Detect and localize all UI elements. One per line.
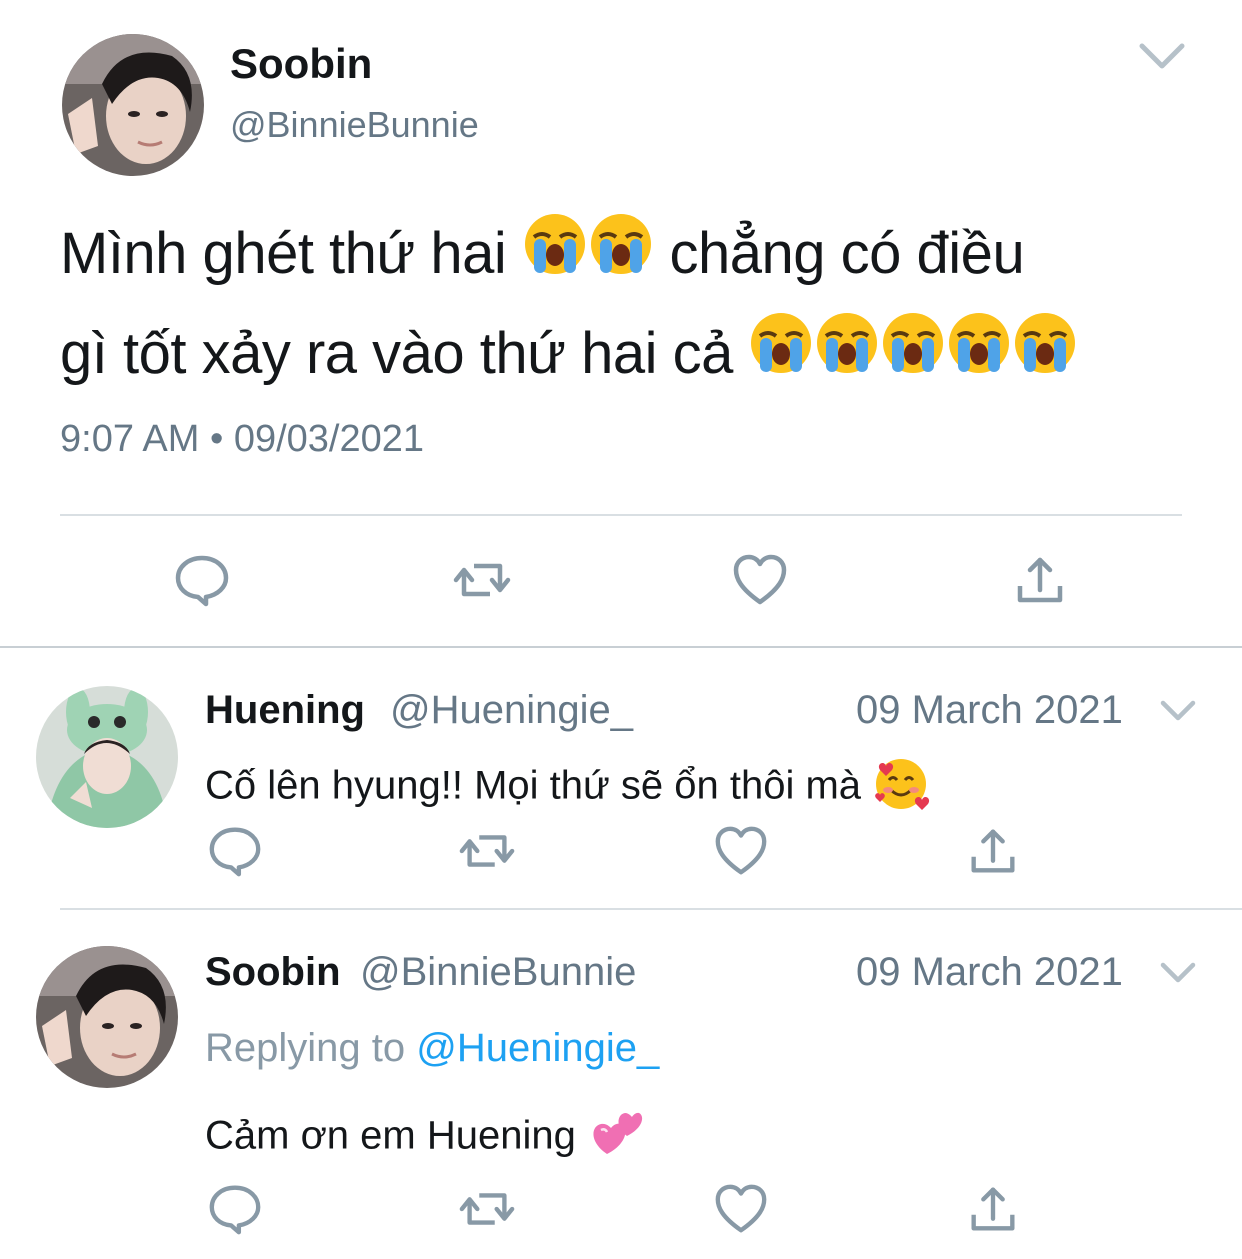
reply-handle[interactable]: @Hueningie_ (390, 688, 633, 733)
loudly-crying-face-icon (880, 309, 946, 405)
main-text-line1b: chẳng có điều (669, 221, 1025, 286)
smiling-face-with-hearts-icon (872, 754, 930, 822)
avatar-photo-icon (62, 34, 204, 176)
main-timestamp[interactable]: 9:07 AM • 09/03/2021 (60, 418, 424, 461)
reply-avatar[interactable] (36, 946, 178, 1088)
reply-date: 09 March 2021 (856, 950, 1123, 994)
reply-display-name[interactable]: Soobin (205, 950, 341, 995)
share-icon[interactable] (1010, 550, 1070, 610)
loudly-crying-face-icon (1012, 309, 1078, 405)
divider (0, 646, 1242, 648)
reply-text-content: Cố lên hyung!! Mọi thứ sẽ ổn thôi mà (205, 763, 862, 808)
reply-text: Cảm ơn em Huening (205, 1104, 645, 1172)
main-text-line2: gì tốt xảy ra vào thứ hai cả (60, 320, 733, 386)
like-icon[interactable] (712, 1180, 770, 1238)
loudly-crying-face-icon (588, 210, 654, 306)
revolving-hearts-icon (587, 1104, 645, 1172)
loudly-crying-face-icon (748, 309, 814, 405)
chevron-down-icon[interactable] (1136, 36, 1188, 76)
avatar-photo-icon (36, 946, 178, 1088)
retweet-icon[interactable] (458, 1180, 516, 1238)
loudly-crying-face-icon (946, 309, 1012, 405)
retweet-icon[interactable] (458, 822, 516, 880)
replying-prefix: Replying to (205, 1026, 406, 1070)
reply-avatar[interactable] (36, 686, 178, 828)
reply-text-content: Cảm ơn em Huening (205, 1113, 576, 1158)
loudly-crying-face-icon (814, 309, 880, 405)
replying-to: Replying to @Hueningie_ (205, 1026, 659, 1071)
loudly-crying-face-icon (522, 210, 588, 306)
main-display-name[interactable]: Soobin (230, 40, 372, 88)
reply-icon[interactable] (206, 1180, 264, 1238)
reply-display-name[interactable]: Huening (205, 688, 365, 733)
reply-icon[interactable] (206, 822, 264, 880)
main-handle[interactable]: @BinnieBunnie (230, 104, 479, 146)
like-icon[interactable] (712, 822, 770, 880)
like-icon[interactable] (730, 550, 790, 610)
retweet-icon[interactable] (452, 550, 512, 610)
main-tweet-text: Mình ghét thứ hai chẳng có điều gì tốt x… (60, 206, 1180, 405)
main-avatar[interactable] (62, 34, 204, 176)
main-text-line1: Mình ghét thứ hai (60, 221, 507, 286)
replying-mention-link[interactable]: @Hueningie_ (416, 1026, 659, 1070)
chevron-down-icon[interactable] (1158, 958, 1198, 988)
share-icon[interactable] (964, 1180, 1022, 1238)
share-icon[interactable] (964, 822, 1022, 880)
reply-icon[interactable] (172, 550, 232, 610)
avatar-photo-icon (36, 686, 178, 828)
reply-text: Cố lên hyung!! Mọi thứ sẽ ổn thôi mà (205, 754, 930, 822)
reply-date: 09 March 2021 (856, 688, 1123, 732)
chevron-down-icon[interactable] (1158, 696, 1198, 726)
reply-handle[interactable]: @BinnieBunnie (360, 950, 636, 995)
divider (60, 514, 1182, 516)
divider (60, 908, 1242, 910)
